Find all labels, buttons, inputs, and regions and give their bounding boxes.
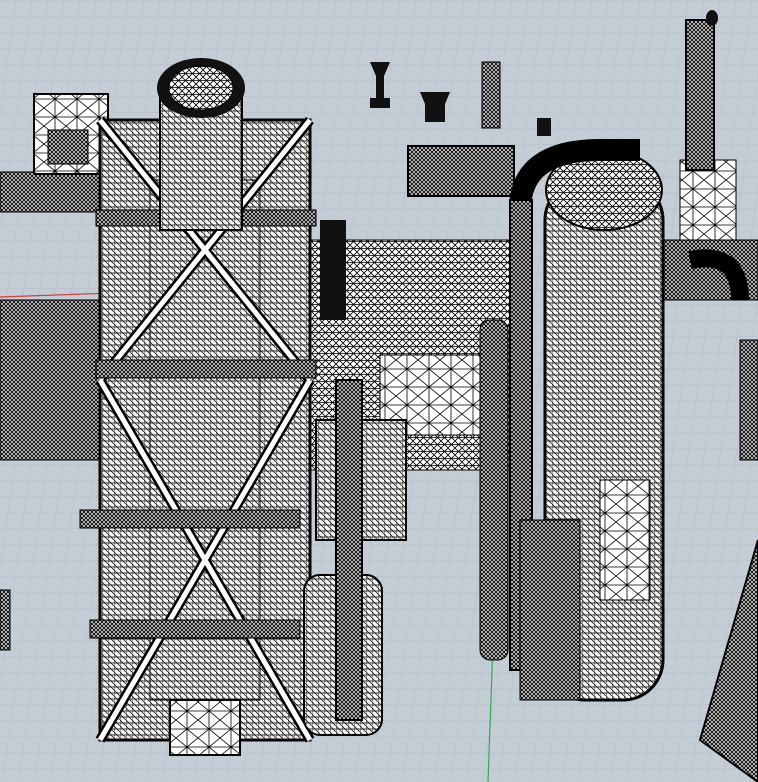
control-box[interactable] [33, 93, 109, 175]
left-edge-fragment[interactable] [0, 589, 11, 651]
3d-viewport[interactable] [0, 0, 758, 782]
chimney-stack[interactable] [157, 58, 245, 231]
viewport-canvas[interactable] [0, 0, 758, 782]
